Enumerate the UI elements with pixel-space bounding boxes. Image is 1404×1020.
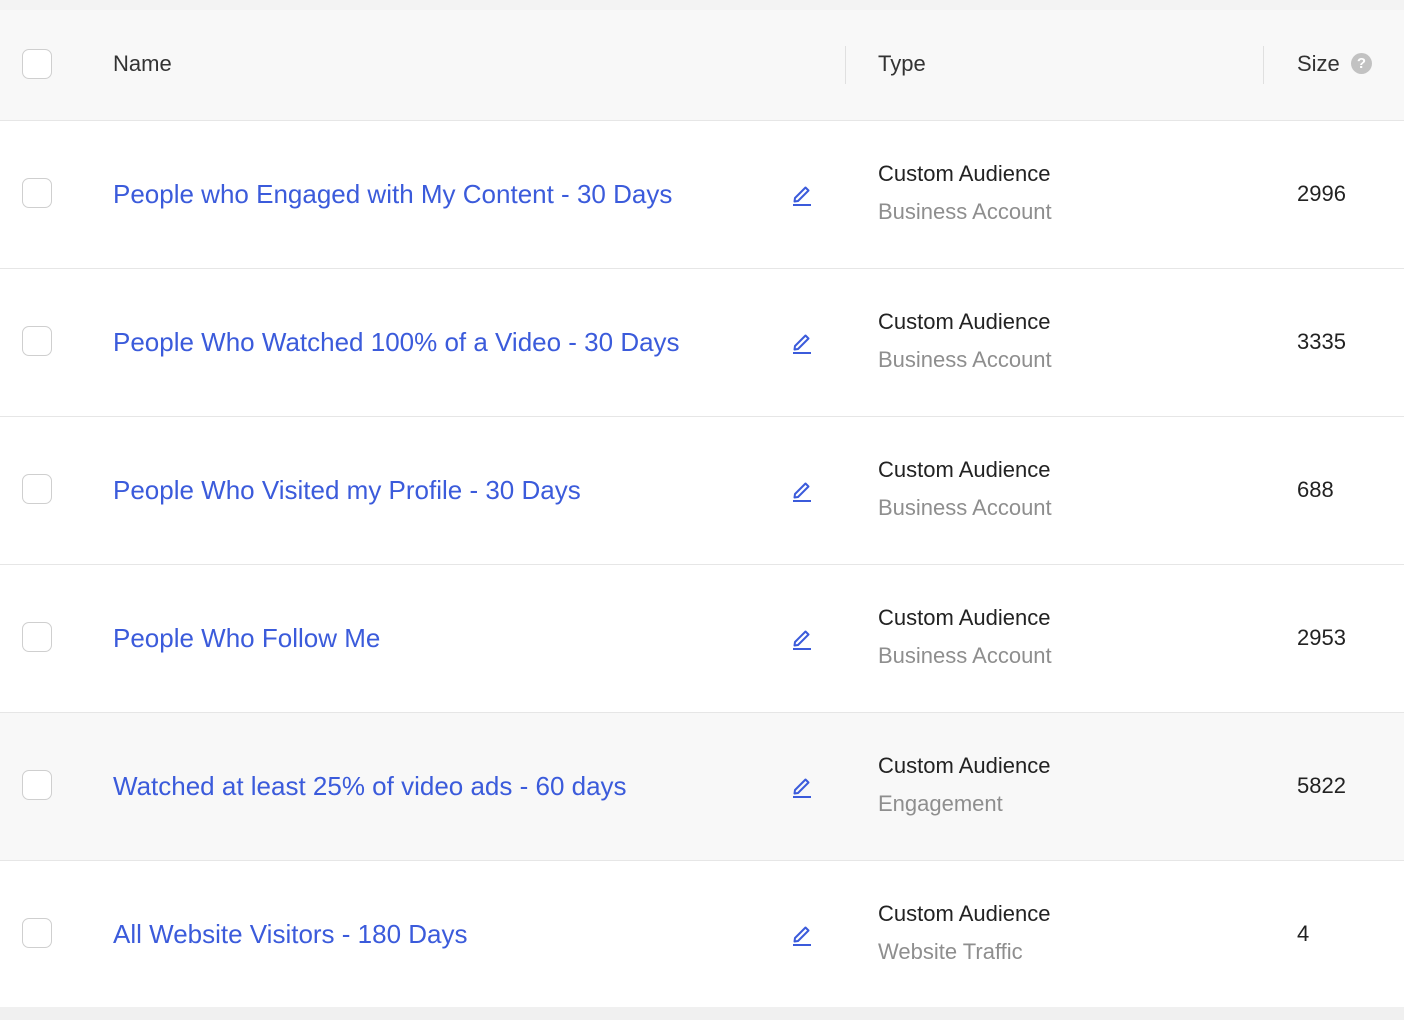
audience-subtype: Business Account — [878, 643, 1052, 668]
audience-type: Custom Audience — [878, 901, 1051, 926]
audience-type: Custom Audience — [878, 605, 1051, 630]
table-row: All Website Visitors - 180 Days Custom A… — [0, 861, 1404, 1009]
audience-size: 5822 — [1297, 773, 1346, 798]
row-checkbox[interactable] — [22, 326, 52, 356]
column-header-size[interactable]: Size — [1297, 10, 1340, 120]
column-header-name[interactable]: Name — [113, 10, 172, 120]
row-checkbox[interactable] — [22, 770, 52, 800]
pencil-icon[interactable] — [790, 329, 814, 355]
audience-type: Custom Audience — [878, 309, 1051, 334]
audience-size: 2953 — [1297, 625, 1346, 650]
audience-name-link[interactable]: All Website Visitors - 180 Days — [113, 861, 468, 1007]
row-checkbox[interactable] — [22, 474, 52, 504]
row-checkbox[interactable] — [22, 178, 52, 208]
question-circle-icon[interactable]: ? — [1351, 53, 1372, 74]
column-divider-name-type[interactable] — [845, 46, 846, 84]
audience-size: 4 — [1297, 921, 1310, 946]
audience-type: Custom Audience — [878, 753, 1051, 778]
audience-size: 2996 — [1297, 181, 1346, 206]
column-divider-type-size[interactable] — [1263, 46, 1264, 84]
audience-name-link[interactable]: Watched at least 25% of video ads - 60 d… — [113, 713, 627, 859]
pencil-icon[interactable] — [790, 773, 814, 799]
table-row: People Who Follow Me Custom Audience Bus… — [0, 565, 1404, 713]
audience-type: Custom Audience — [878, 161, 1051, 186]
audience-type: Custom Audience — [878, 457, 1051, 482]
audience-size: 3335 — [1297, 329, 1346, 354]
pencil-icon[interactable] — [790, 625, 814, 651]
audience-subtype: Business Account — [878, 199, 1052, 224]
pencil-icon[interactable] — [790, 181, 814, 207]
audience-name-link[interactable]: People Who Watched 100% of a Video - 30 … — [113, 269, 680, 415]
column-header-type[interactable]: Type — [878, 10, 926, 120]
audience-subtype: Business Account — [878, 347, 1052, 372]
audience-subtype: Website Traffic — [878, 939, 1023, 964]
table-header: Name Type Size ? — [0, 10, 1404, 121]
audience-subtype: Business Account — [878, 495, 1052, 520]
bottom-spacer — [0, 1007, 1404, 1020]
top-spacer — [0, 0, 1404, 10]
table-row: Watched at least 25% of video ads - 60 d… — [0, 713, 1404, 861]
pencil-icon[interactable] — [790, 921, 814, 947]
table-body: People who Engaged with My Content - 30 … — [0, 121, 1404, 1009]
audience-table-page: Name Type Size ? People who Engaged with… — [0, 0, 1404, 1020]
table-row: People Who Watched 100% of a Video - 30 … — [0, 269, 1404, 417]
audience-size: 688 — [1297, 477, 1334, 502]
audience-name-link[interactable]: People Who Follow Me — [113, 565, 380, 711]
audience-subtype: Engagement — [878, 791, 1003, 816]
row-checkbox[interactable] — [22, 918, 52, 948]
table-row: People Who Visited my Profile - 30 Days … — [0, 417, 1404, 565]
select-all-checkbox[interactable] — [22, 49, 52, 79]
audience-name-link[interactable]: People who Engaged with My Content - 30 … — [113, 121, 672, 267]
pencil-icon[interactable] — [790, 477, 814, 503]
table-row: People who Engaged with My Content - 30 … — [0, 121, 1404, 269]
row-checkbox[interactable] — [22, 622, 52, 652]
audience-name-link[interactable]: People Who Visited my Profile - 30 Days — [113, 417, 581, 563]
